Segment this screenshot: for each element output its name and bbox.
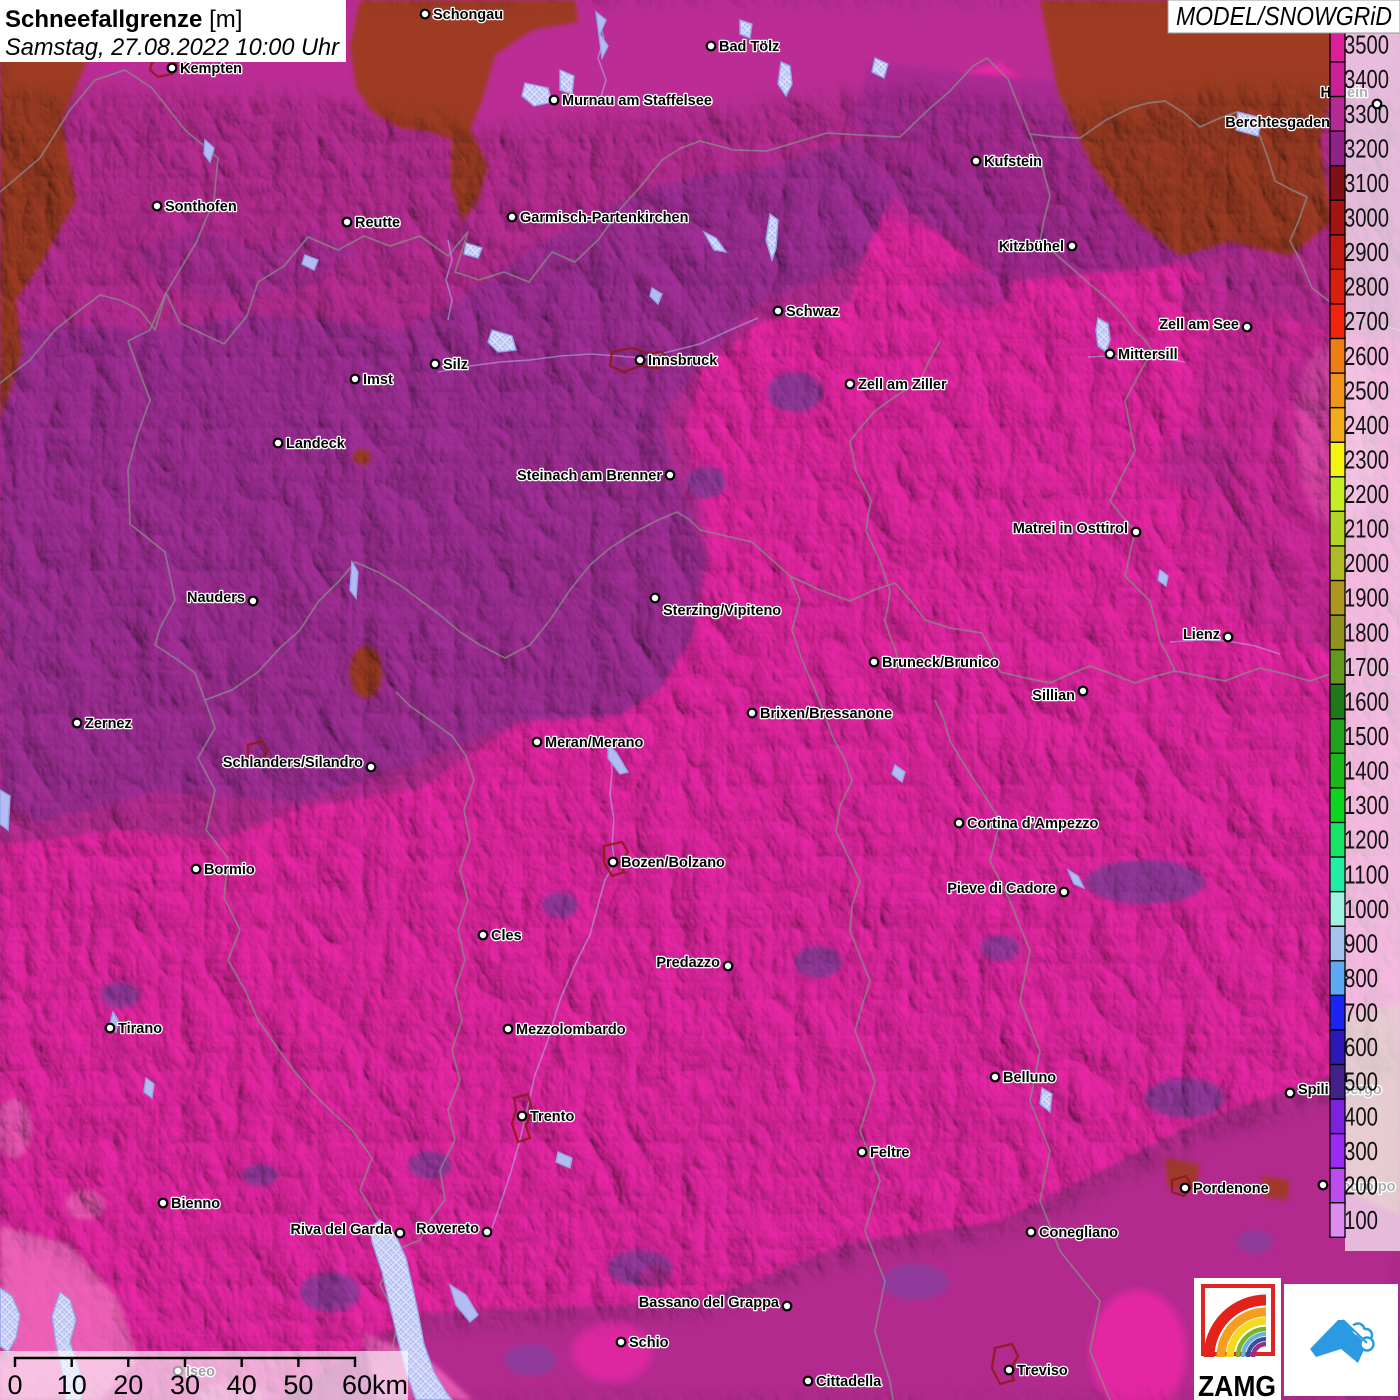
svg-text:Silz: Silz [443, 357, 468, 373]
svg-text:Schwaz: Schwaz [786, 304, 839, 320]
svg-text:Meran/Merano: Meran/Merano [545, 735, 643, 751]
svg-text:3400: 3400 [1344, 66, 1389, 94]
svg-text:600: 600 [1344, 1034, 1378, 1062]
svg-text:1600: 1600 [1344, 689, 1389, 717]
svg-text:Reutte: Reutte [355, 215, 400, 231]
svg-text:MODEL/SNOWGRiD: MODEL/SNOWGRiD [1176, 1, 1392, 31]
svg-text:Schlanders/Silandro: Schlanders/Silandro [223, 755, 363, 771]
svg-text:Sonthofen: Sonthofen [165, 199, 237, 215]
svg-text:Conegliano: Conegliano [1039, 1225, 1118, 1241]
svg-text:Cittadella: Cittadella [816, 1374, 882, 1390]
svg-text:Bormio: Bormio [204, 862, 255, 878]
svg-text:1400: 1400 [1344, 758, 1389, 786]
svg-text:2300: 2300 [1344, 447, 1389, 475]
svg-text:2600: 2600 [1344, 343, 1389, 371]
svg-text:Berchtesgaden: Berchtesgaden [1225, 115, 1330, 131]
svg-text:Matrei in Osttirol: Matrei in Osttirol [1013, 521, 1128, 537]
svg-text:60km: 60km [342, 1370, 408, 1400]
svg-text:3500: 3500 [1344, 32, 1389, 60]
svg-text:20: 20 [113, 1370, 143, 1400]
svg-text:2500: 2500 [1344, 377, 1389, 405]
svg-text:3000: 3000 [1344, 205, 1389, 233]
svg-text:Belluno: Belluno [1003, 1070, 1056, 1086]
svg-text:200: 200 [1344, 1172, 1378, 1200]
svg-text:1300: 1300 [1344, 792, 1389, 820]
svg-text:Schongau: Schongau [433, 7, 503, 23]
svg-text:50: 50 [283, 1370, 313, 1400]
svg-text:Kitzbühel: Kitzbühel [999, 239, 1064, 255]
svg-text:Murnau am Staffelsee: Murnau am Staffelsee [562, 93, 712, 109]
svg-text:Bienno: Bienno [171, 1196, 220, 1212]
svg-text:Zell am Ziller: Zell am Ziller [858, 377, 947, 393]
svg-text:Zell am See: Zell am See [1159, 317, 1239, 333]
svg-text:Tirano: Tirano [118, 1021, 162, 1037]
svg-text:Treviso: Treviso [1017, 1363, 1068, 1379]
svg-text:Rovereto: Rovereto [416, 1221, 479, 1237]
svg-text:2900: 2900 [1344, 239, 1389, 267]
svg-text:Innsbruck: Innsbruck [648, 353, 718, 369]
svg-text:Schio: Schio [629, 1335, 669, 1351]
svg-text:2700: 2700 [1344, 308, 1389, 336]
svg-text:1000: 1000 [1344, 896, 1389, 924]
svg-text:3100: 3100 [1344, 170, 1389, 198]
svg-text:Imst: Imst [363, 372, 393, 388]
svg-text:1900: 1900 [1344, 585, 1389, 613]
svg-text:ZAMG: ZAMG [1198, 1371, 1276, 1400]
svg-text:800: 800 [1344, 965, 1378, 993]
svg-text:1800: 1800 [1344, 619, 1389, 647]
svg-text:Zernez: Zernez [85, 716, 132, 732]
svg-text:Samstag, 27.08.2022 10:00 Uhr: Samstag, 27.08.2022 10:00 Uhr [5, 34, 340, 61]
svg-text:300: 300 [1344, 1138, 1378, 1166]
svg-text:Pordenone: Pordenone [1193, 1181, 1269, 1197]
svg-text:Lienz: Lienz [1183, 627, 1220, 643]
svg-text:Bassano del Grappa: Bassano del Grappa [639, 1295, 780, 1311]
svg-text:900: 900 [1344, 930, 1378, 958]
svg-text:Cortina d’Ampezzo: Cortina d’Ampezzo [967, 816, 1098, 832]
svg-text:Feltre: Feltre [870, 1145, 910, 1161]
svg-text:Mezzolombardo: Mezzolombardo [516, 1022, 626, 1038]
svg-text:Sillian: Sillian [1032, 688, 1075, 704]
svg-text:40: 40 [227, 1370, 257, 1400]
svg-text:Riva del Garda: Riva del Garda [290, 1222, 392, 1238]
svg-text:Trento: Trento [530, 1109, 574, 1125]
svg-text:100: 100 [1344, 1207, 1378, 1235]
svg-text:2400: 2400 [1344, 412, 1389, 440]
svg-text:10: 10 [57, 1370, 87, 1400]
svg-text:0: 0 [7, 1370, 22, 1400]
svg-text:1100: 1100 [1344, 861, 1389, 889]
svg-text:1200: 1200 [1344, 827, 1389, 855]
svg-text:Kempten: Kempten [180, 61, 242, 77]
svg-text:Kufstein: Kufstein [984, 154, 1042, 170]
svg-text:2200: 2200 [1344, 481, 1389, 509]
svg-text:1700: 1700 [1344, 654, 1389, 682]
svg-text:Bad Tölz: Bad Tölz [719, 39, 779, 55]
svg-text:2800: 2800 [1344, 274, 1389, 302]
svg-text:Pieve di Cadore: Pieve di Cadore [947, 881, 1056, 897]
svg-text:Bozen/Bolzano: Bozen/Bolzano [621, 855, 725, 871]
svg-text:Bruneck/Brunico: Bruneck/Brunico [882, 655, 999, 671]
svg-text:400: 400 [1344, 1103, 1378, 1131]
svg-text:2100: 2100 [1344, 516, 1389, 544]
svg-text:700: 700 [1344, 1000, 1378, 1028]
svg-text:3200: 3200 [1344, 135, 1389, 163]
svg-text:Landeck: Landeck [286, 436, 346, 452]
svg-text:500: 500 [1344, 1069, 1378, 1097]
svg-text:2000: 2000 [1344, 550, 1389, 578]
svg-text:30: 30 [170, 1370, 200, 1400]
svg-text:Cles: Cles [491, 928, 522, 944]
svg-text:Schneefallgrenze [m]: Schneefallgrenze [m] [5, 6, 242, 33]
svg-text:1500: 1500 [1344, 723, 1389, 751]
svg-text:Brixen/Bressanone: Brixen/Bressanone [760, 706, 892, 722]
svg-text:Nauders: Nauders [187, 590, 245, 606]
svg-text:Mittersill: Mittersill [1118, 347, 1178, 363]
svg-text:Predazzo: Predazzo [656, 955, 720, 971]
svg-text:Sterzing/Vipiteno: Sterzing/Vipiteno [663, 603, 781, 619]
svg-text:Steinach am Brenner: Steinach am Brenner [517, 468, 662, 484]
svg-text:Garmisch-Partenkirchen: Garmisch-Partenkirchen [520, 210, 688, 226]
